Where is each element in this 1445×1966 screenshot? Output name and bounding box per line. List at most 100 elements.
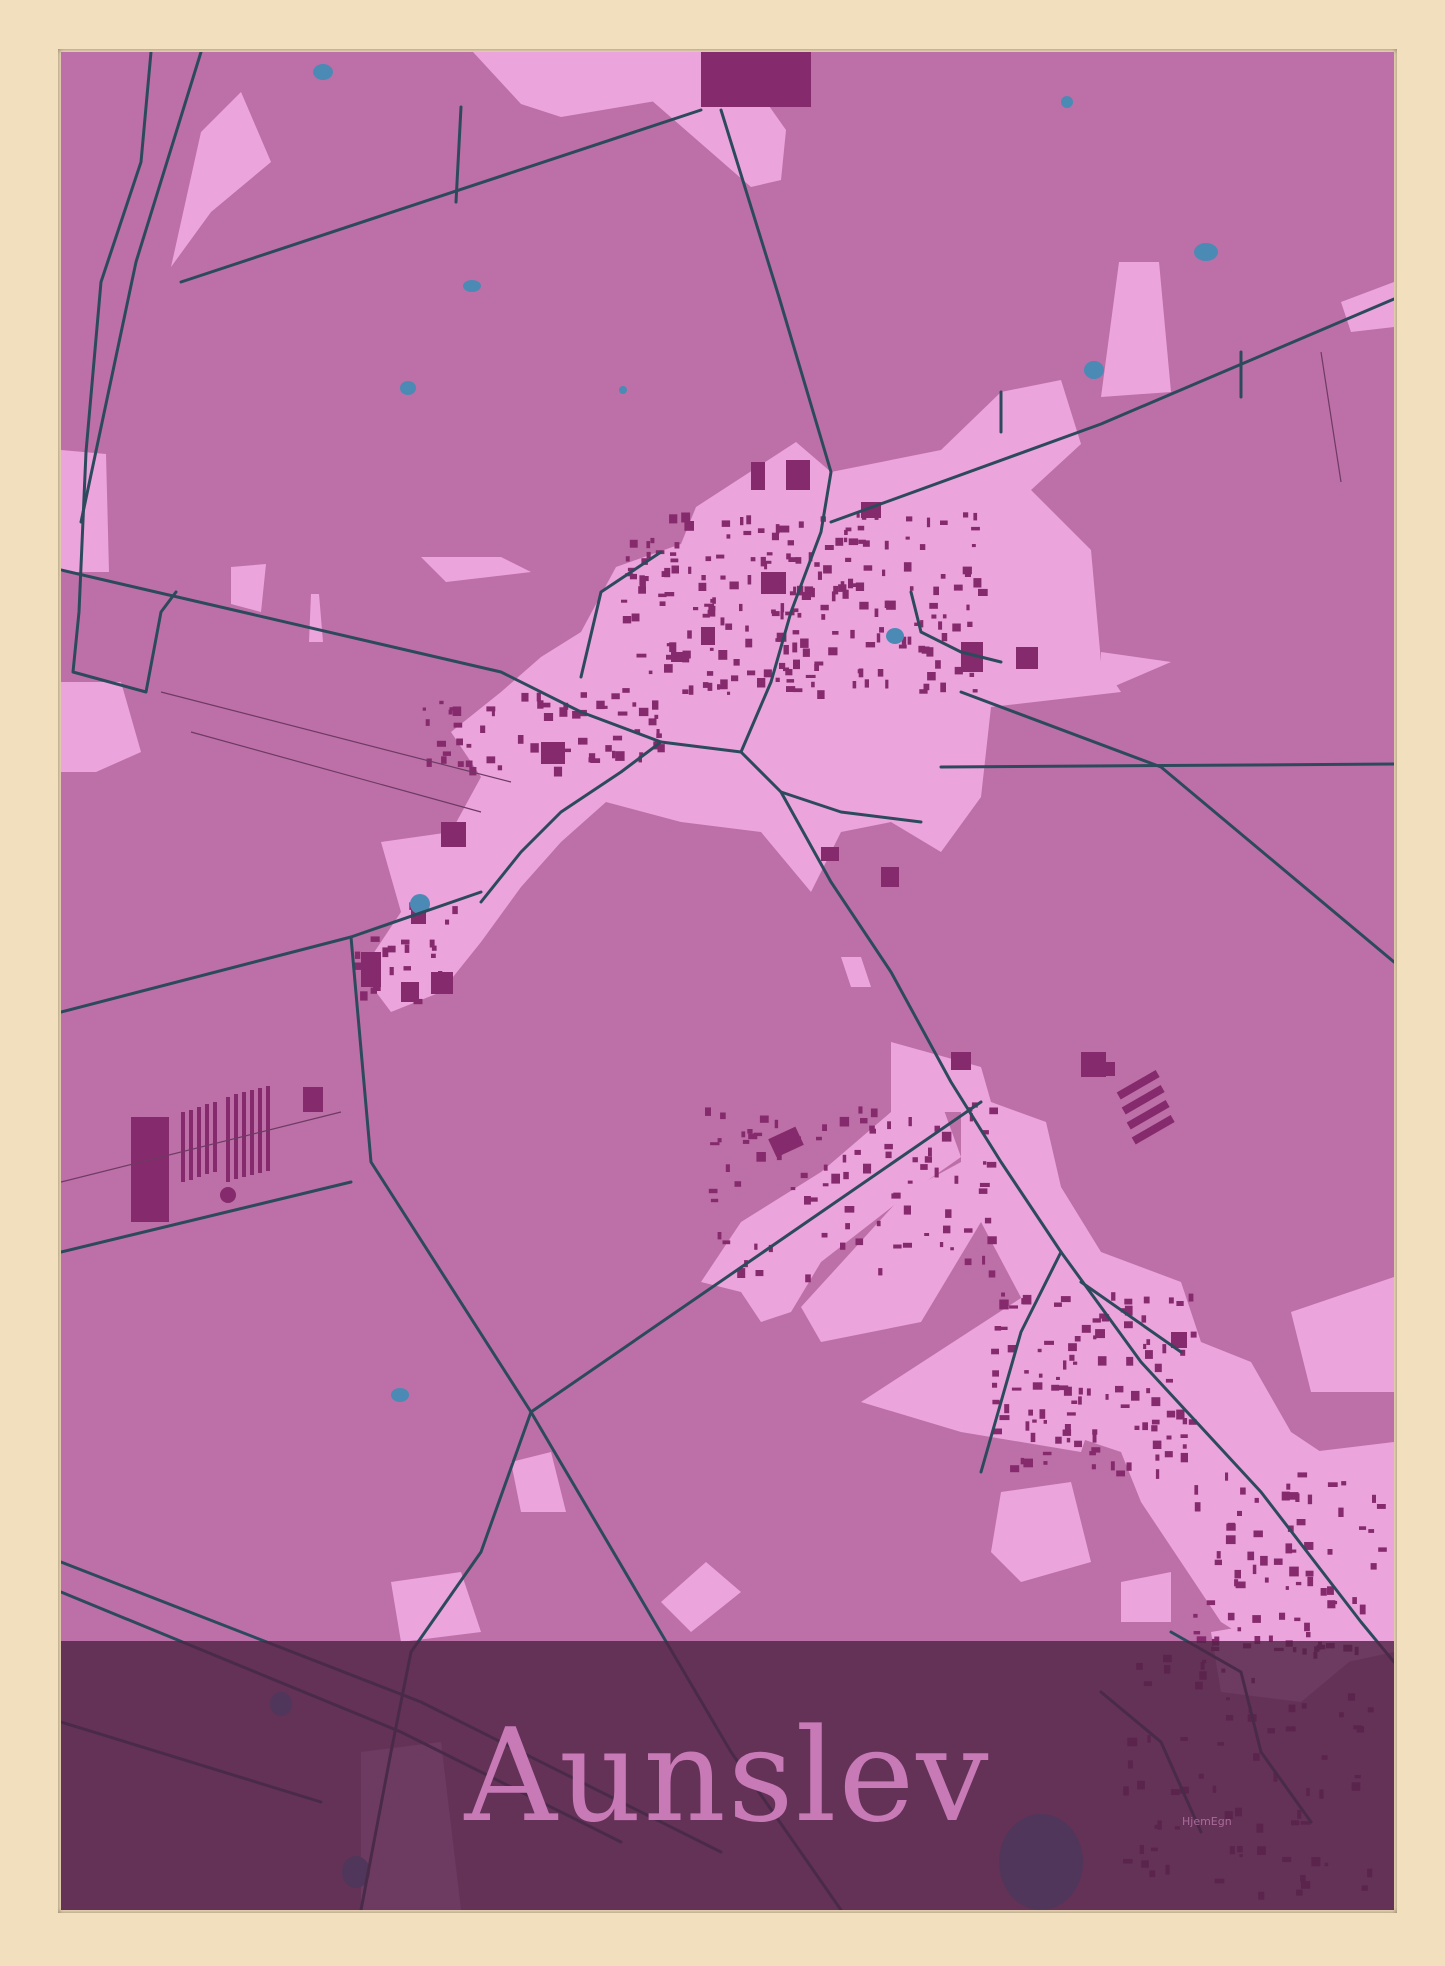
building xyxy=(1151,1419,1160,1425)
building xyxy=(797,612,802,618)
building xyxy=(878,1268,883,1276)
building xyxy=(757,678,766,688)
building xyxy=(1327,1600,1336,1609)
building xyxy=(401,939,410,945)
building xyxy=(1253,1530,1263,1538)
building xyxy=(863,565,873,571)
building xyxy=(902,1242,912,1248)
building xyxy=(1069,1354,1075,1361)
building xyxy=(952,623,961,632)
building xyxy=(776,1150,782,1161)
building xyxy=(814,562,820,567)
building xyxy=(1162,1344,1167,1354)
building xyxy=(466,743,472,748)
building xyxy=(710,1142,720,1146)
building xyxy=(617,711,628,716)
building xyxy=(1194,1485,1199,1495)
building xyxy=(845,557,852,562)
building xyxy=(1068,1343,1077,1352)
building xyxy=(442,751,451,756)
building xyxy=(817,571,822,580)
building xyxy=(1359,1604,1366,1615)
building xyxy=(804,586,814,595)
building xyxy=(1193,1631,1201,1635)
building xyxy=(448,709,453,715)
building xyxy=(704,603,715,607)
building xyxy=(710,1198,719,1203)
building xyxy=(709,647,714,651)
building xyxy=(971,526,980,531)
building xyxy=(1060,1296,1071,1303)
building xyxy=(426,758,432,767)
building xyxy=(1327,1482,1338,1487)
building xyxy=(1025,1421,1030,1431)
building xyxy=(929,602,938,609)
building xyxy=(389,967,394,976)
building xyxy=(1247,1551,1255,1561)
building xyxy=(1372,1494,1376,1503)
building xyxy=(687,630,692,639)
building xyxy=(1030,1432,1036,1443)
building xyxy=(659,601,666,606)
building xyxy=(497,765,503,771)
building xyxy=(725,1164,730,1172)
building xyxy=(739,603,743,612)
building xyxy=(787,540,794,546)
building xyxy=(1039,1409,1046,1419)
building xyxy=(845,1223,850,1230)
building xyxy=(1164,1451,1173,1458)
building xyxy=(1044,1340,1054,1345)
building xyxy=(543,713,554,721)
building xyxy=(1194,1502,1201,1512)
building xyxy=(720,617,725,626)
building xyxy=(612,750,616,759)
building xyxy=(1152,1440,1162,1449)
building xyxy=(802,648,810,657)
building xyxy=(865,642,876,648)
building xyxy=(938,621,943,630)
building xyxy=(746,515,752,525)
building xyxy=(934,1167,939,1178)
building xyxy=(1004,1404,1010,1414)
building xyxy=(1134,1425,1140,1430)
building xyxy=(1032,1419,1037,1423)
building xyxy=(621,599,628,603)
building xyxy=(759,1115,769,1123)
building xyxy=(992,1399,1000,1405)
building xyxy=(832,631,839,635)
building xyxy=(403,966,411,971)
building xyxy=(783,645,789,655)
building xyxy=(926,517,931,528)
building xyxy=(734,1181,742,1187)
building xyxy=(978,588,988,596)
building xyxy=(1376,1504,1386,1509)
building xyxy=(1032,1382,1043,1390)
building xyxy=(1124,1298,1133,1305)
building xyxy=(1295,1581,1302,1586)
building xyxy=(964,1258,972,1266)
building xyxy=(898,644,907,649)
building xyxy=(578,737,588,745)
building xyxy=(1042,1451,1052,1456)
building xyxy=(1273,1558,1283,1565)
building xyxy=(1338,1507,1344,1517)
building xyxy=(1001,1292,1005,1297)
building xyxy=(750,557,756,562)
building xyxy=(1028,1409,1033,1416)
building xyxy=(431,953,436,958)
building xyxy=(992,1382,998,1388)
building xyxy=(945,1209,952,1218)
building xyxy=(983,1161,987,1165)
building xyxy=(693,607,699,611)
building xyxy=(1252,1615,1261,1623)
building xyxy=(1286,1483,1291,1490)
building xyxy=(943,1225,951,1234)
building xyxy=(863,1163,872,1174)
map-area: Aunslev HjemEgn xyxy=(61,52,1394,1910)
building xyxy=(1190,1331,1197,1338)
building xyxy=(1260,1555,1268,1566)
building xyxy=(1165,1378,1173,1383)
building xyxy=(443,984,452,991)
building xyxy=(821,614,826,620)
building xyxy=(646,541,651,549)
